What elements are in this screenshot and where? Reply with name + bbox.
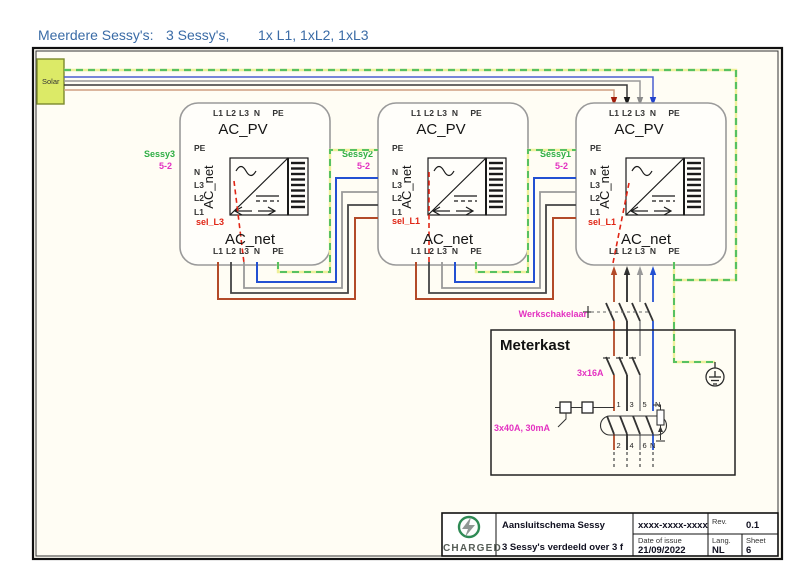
terminal-bottom-l1: L1	[609, 246, 619, 256]
phase-select-label: sel_L1	[588, 217, 616, 227]
document-number: xxxx-xxxx-xxxx	[638, 520, 708, 531]
unit-name-label: Sessy3	[144, 149, 175, 159]
unit-code-label: 5-2	[159, 161, 172, 171]
terminal-left-pe: PE	[590, 143, 602, 153]
terminal-bottom-n: N	[650, 246, 656, 256]
ac-pv-title: AC_PV	[416, 121, 465, 138]
title-block: CHARGED Aansluitschema Sessy 3 Sessy's v…	[441, 512, 779, 557]
brand-name: CHARGED	[443, 543, 502, 554]
terminal-bottom-l2: L2	[424, 246, 434, 256]
header-prefix: Meerdere Sessy's:	[38, 27, 154, 43]
rcd-bottom-terminal-6: 6	[643, 441, 647, 450]
ac-net-side-title: AC_net	[201, 165, 216, 209]
terminal-top-l3: L3	[437, 108, 447, 118]
terminal-bottom-pe: PE	[470, 246, 482, 256]
terminal-top-pe: PE	[470, 108, 482, 118]
sheet-label: Sheet	[746, 536, 767, 545]
breaker-label: 3x16A	[577, 368, 604, 378]
unit-code-label: 5-2	[357, 161, 370, 171]
terminal-top-l3: L3	[239, 108, 249, 118]
meterkast-title: Meterkast	[500, 337, 570, 354]
terminal-bottom-l3: L3	[239, 246, 249, 256]
rcd-top-terminal-1: 1	[617, 400, 621, 409]
terminal-bottom-l1: L1	[213, 246, 223, 256]
terminal-left-n: N	[194, 167, 200, 177]
sheet-value: 6	[746, 545, 751, 556]
terminal-left-pe: PE	[392, 143, 404, 153]
terminal-top-pe: PE	[668, 108, 680, 118]
rcd-top-terminal-3: 3	[630, 400, 634, 409]
rcd-top-terminal-5: 5	[643, 400, 647, 409]
phase-select-label: sel_L1	[392, 216, 420, 226]
terminal-top-l2: L2	[622, 108, 632, 118]
header-count: 3 Sessy's,	[166, 27, 229, 43]
rev-label: Rev.	[712, 517, 727, 526]
terminal-bottom-pe: PE	[668, 246, 680, 256]
rcd-coil	[656, 409, 665, 426]
terminal-top-l2: L2	[226, 108, 236, 118]
page-header: Meerdere Sessy's: 3 Sessy's, 1x L1, 1xL2…	[38, 27, 369, 43]
terminal-top-pe: PE	[272, 108, 284, 118]
terminal-bottom-l1: L1	[411, 246, 421, 256]
phase-select-label: sel_L3	[196, 217, 224, 227]
terminal-bottom-pe: PE	[272, 246, 284, 256]
terminal-left-n: N	[392, 167, 398, 177]
unit-code-label: 5-2	[555, 161, 568, 171]
terminal-top-l1: L1	[213, 108, 223, 118]
rcd-test-button-2	[581, 401, 594, 414]
werkschakelaar-label: Werkschakelaar	[519, 309, 588, 319]
terminal-top-n: N	[650, 108, 656, 118]
solar-label: Solar	[42, 77, 60, 86]
terminal-bottom-n: N	[452, 246, 458, 256]
ac-net-side-title: AC_net	[399, 165, 414, 209]
ac-pv-title: AC_PV	[218, 121, 267, 138]
terminal-bottom-l3: L3	[635, 246, 645, 256]
rcd-test-button-1	[559, 401, 572, 414]
lang-label: Lang.	[712, 536, 731, 545]
terminal-bottom-l2: L2	[226, 246, 236, 256]
terminal-left-pe: PE	[194, 143, 206, 153]
terminal-top-l2: L2	[424, 108, 434, 118]
ac-net-side-title: AC_net	[597, 165, 612, 209]
terminal-bottom-l3: L3	[437, 246, 447, 256]
terminal-bottom-n: N	[254, 246, 260, 256]
terminal-top-l1: L1	[411, 108, 421, 118]
date-label: Date of issue	[638, 536, 682, 545]
date-value: 21/09/2022	[638, 545, 686, 556]
lang-value: NL	[712, 545, 725, 556]
rcd-label: 3x40A, 30mA	[494, 423, 551, 433]
rcd-bottom-terminal-4: 4	[630, 441, 634, 450]
terminal-top-l3: L3	[635, 108, 645, 118]
schematic-canvas: Meerdere Sessy's: 3 Sessy's, 1x L1, 1xL2…	[31, 27, 784, 561]
rcd-bottom-terminal-n: N	[650, 441, 655, 450]
document-subtitle: 3 Sessy's verdeeld over 3 f	[502, 542, 624, 553]
terminal-bottom-l2: L2	[622, 246, 632, 256]
terminal-left-n: N	[590, 167, 596, 177]
schematic-page: Meerdere Sessy's: 3 Sessy's, 1x L1, 1xL2…	[0, 0, 800, 573]
document-title: Aansluitschema Sessy	[502, 520, 606, 531]
terminal-top-n: N	[254, 108, 260, 118]
terminal-top-l1: L1	[609, 108, 619, 118]
terminal-top-n: N	[452, 108, 458, 118]
header-phases: 1x L1, 1xL2, 1xL3	[258, 27, 369, 43]
rcd-bottom-terminal-2: 2	[617, 441, 621, 450]
rev-value: 0.1	[746, 520, 760, 531]
ac-pv-title: AC_PV	[614, 121, 663, 138]
solar-source: Solar	[36, 58, 65, 105]
